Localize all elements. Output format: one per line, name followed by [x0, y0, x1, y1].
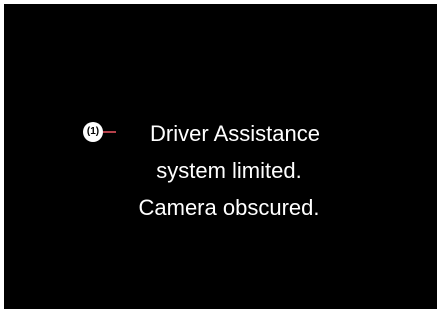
display-frame: (1) Driver Assistance system limited. Ca…	[0, 0, 441, 313]
warning-message-line-3: Camera obscured.	[138, 195, 320, 220]
callout-number-badge: (1)	[83, 122, 103, 142]
warning-message-line-2: system limited.	[156, 158, 302, 183]
warning-message-line-1: Driver Assistance	[150, 121, 320, 146]
warning-message: Driver Assistance system limited. Camera…	[104, 115, 354, 226]
cluster-screen: (1) Driver Assistance system limited. Ca…	[4, 4, 437, 309]
